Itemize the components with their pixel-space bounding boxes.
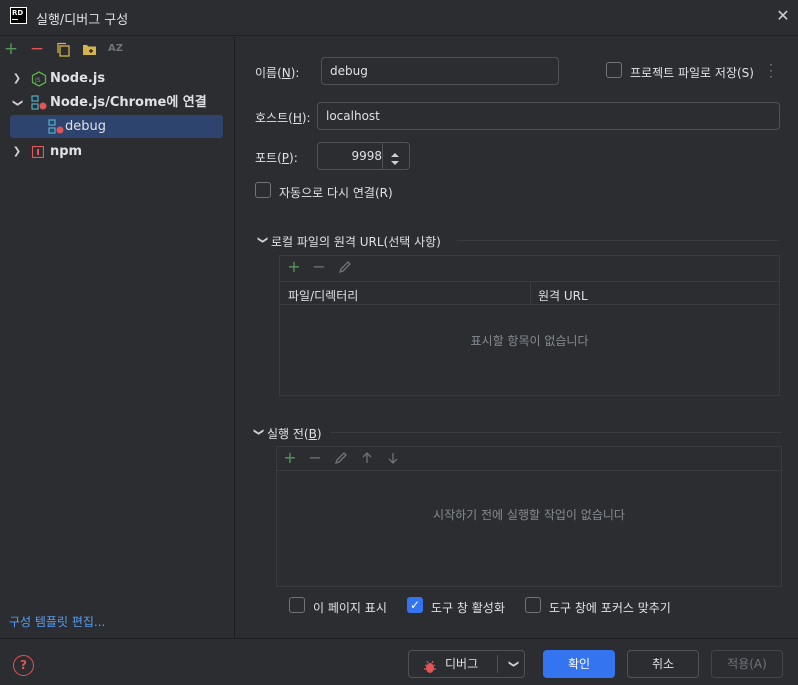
before-launch-empty-text: 시작하기 전에 실행할 작업이 없습니다 — [433, 508, 625, 522]
auto-reconnect-checkbox[interactable] — [255, 182, 271, 198]
tree-item-nodejs[interactable]: Node.js — [50, 68, 105, 90]
tree-item-chrome-attach[interactable]: Node.js/Chrome에 연결 — [50, 92, 207, 114]
column-header-remote-url[interactable]: 원격 URL — [538, 287, 588, 304]
chevron-down-icon[interactable]: ❯ — [500, 654, 526, 674]
debug-button-label: 디버그 — [445, 657, 479, 671]
edit-icon — [334, 451, 348, 465]
chevron-down-icon[interactable]: ❯ — [252, 426, 264, 438]
activate-tool-window-label: 도구 창 활성화 — [431, 601, 505, 615]
apply-button: 적용(A) — [711, 650, 783, 678]
sort-az-icon[interactable]: AZ — [108, 43, 123, 54]
chevron-down-icon[interactable]: ❯ — [256, 234, 268, 246]
tree-item-debug[interactable]: debug — [65, 116, 106, 138]
chrome-debug-icon — [48, 119, 64, 135]
spinner-updown-icon[interactable] — [390, 149, 400, 165]
name-input[interactable]: debug — [321, 57, 559, 85]
focus-tool-window-label: 도구 창에 포커스 맞추기 — [549, 601, 671, 615]
chevron-down-icon[interactable]: ❯ — [11, 97, 23, 109]
tree-item-npm[interactable]: npm — [50, 141, 82, 163]
arrow-down-icon — [386, 451, 400, 465]
remote-urls-empty-text: 표시할 항목이 없습니다 — [470, 334, 589, 348]
chrome-debug-icon — [31, 95, 47, 111]
add-icon[interactable]: + — [282, 450, 298, 466]
store-as-project-file-checkbox[interactable] — [606, 62, 622, 78]
arrow-up-icon — [360, 451, 374, 465]
close-icon[interactable]: ✕ — [774, 6, 792, 26]
window-title: 실행/디버그 구성 — [36, 13, 129, 28]
add-icon[interactable]: + — [2, 40, 20, 58]
remove-icon: − — [312, 257, 326, 276]
npm-icon — [31, 145, 45, 159]
focus-tool-window-checkbox[interactable] — [525, 597, 541, 613]
nodejs-icon: JS — [31, 71, 47, 87]
activate-tool-window-checkbox[interactable]: ✓ — [407, 597, 423, 613]
port-spinner[interactable]: 9998 — [317, 142, 410, 170]
show-page-checkbox[interactable] — [289, 597, 305, 613]
remove-icon: − — [308, 448, 322, 467]
name-label: 이름(N): — [255, 66, 300, 80]
column-header-file[interactable]: 파일/디렉터리 — [288, 287, 358, 304]
chevron-right-icon[interactable]: ❯ — [11, 146, 23, 158]
debug-split-button[interactable]: 디버그 ❯ — [408, 650, 525, 678]
add-icon[interactable]: + — [286, 259, 302, 275]
copy-icon[interactable] — [56, 42, 70, 57]
remote-urls-panel — [279, 255, 780, 396]
tree-item-selected-highlight — [10, 115, 223, 138]
help-icon[interactable]: ? — [13, 655, 34, 676]
svg-text:JS: JS — [34, 77, 41, 84]
rider-logo-icon: RD — [10, 7, 27, 24]
bug-icon — [423, 657, 437, 673]
edit-icon — [338, 260, 352, 274]
auto-reconnect-label: 자동으로 다시 연결(R) — [279, 186, 393, 200]
port-label: 포트(P): — [255, 151, 298, 165]
more-options-icon[interactable]: · · · — [768, 59, 774, 83]
port-value: 9998 — [351, 149, 382, 163]
chevron-right-icon[interactable]: ❯ — [11, 73, 23, 85]
ok-button[interactable]: 확인 — [543, 650, 615, 678]
remote-urls-section-title[interactable]: 로컬 파일의 원격 URL(선택 사항) — [271, 233, 441, 250]
store-as-project-file-label: 프로젝트 파일로 저장(S) — [630, 66, 754, 80]
before-launch-section-title[interactable]: 실행 전(B) — [267, 425, 322, 442]
show-page-label: 이 페이지 표시 — [313, 601, 387, 615]
remove-icon[interactable]: − — [28, 40, 46, 58]
folder-add-icon[interactable] — [82, 43, 97, 56]
edit-templates-link[interactable]: 구성 템플릿 편집... — [9, 613, 105, 630]
cancel-button[interactable]: 취소 — [627, 650, 699, 678]
host-label: 호스트(H): — [255, 111, 311, 125]
host-input[interactable]: localhost — [317, 102, 780, 130]
